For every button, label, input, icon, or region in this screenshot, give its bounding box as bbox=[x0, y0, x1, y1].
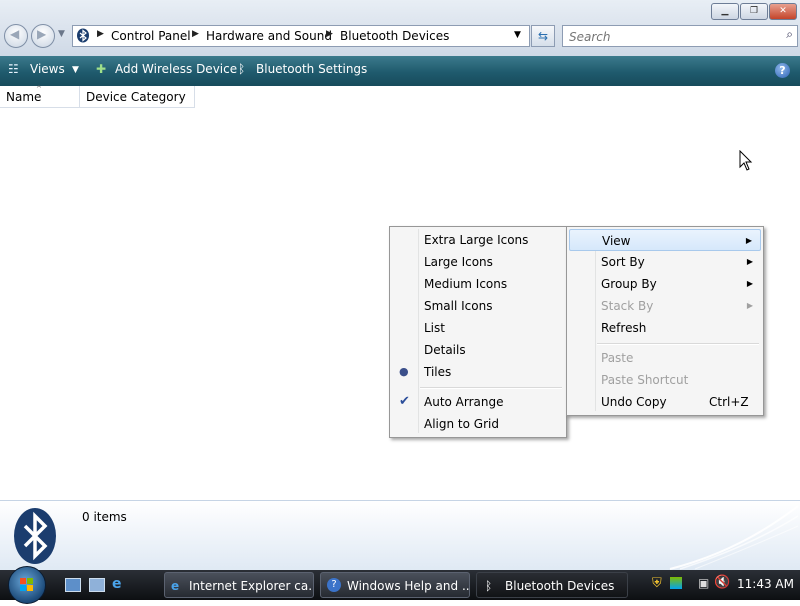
internet-explorer-icon: e bbox=[171, 579, 180, 593]
switch-windows-icon[interactable] bbox=[89, 578, 105, 592]
bluetooth-settings-button[interactable]: Bluetooth Settings bbox=[256, 62, 367, 76]
breadcrumb-control-panel[interactable]: Control Panel bbox=[111, 29, 191, 43]
breadcrumb-separator-icon[interactable]: ▶ bbox=[192, 29, 199, 39]
bluetooth-logo-icon bbox=[12, 506, 58, 566]
windows-update-icon[interactable] bbox=[670, 577, 682, 589]
show-desktop-icon[interactable] bbox=[65, 578, 81, 592]
menu-item-tiles[interactable]: ● Tiles bbox=[392, 361, 564, 383]
maximize-button[interactable]: ❐ bbox=[740, 3, 768, 20]
close-button[interactable]: ✕ bbox=[769, 3, 797, 20]
column-header-name[interactable]: Name ^ bbox=[0, 85, 80, 108]
forward-arrow-icon: ▶ bbox=[37, 27, 47, 41]
breadcrumb-separator-icon: ▶ bbox=[97, 29, 104, 39]
address-bar-area: ◀ ▶ ▼ ▁ ❐ ✕ ▶ Control Panel ▶ Hardware a… bbox=[0, 0, 800, 56]
address-box[interactable]: ▶ Control Panel ▶ Hardware and Sound ▶ B… bbox=[72, 25, 530, 47]
minimize-button[interactable]: ▁ bbox=[711, 3, 739, 20]
column-category-label: Device Category bbox=[86, 90, 186, 104]
volume-muted-icon[interactable]: 🔇 bbox=[714, 575, 730, 590]
menu-separator bbox=[420, 387, 562, 389]
shortcut-label: Ctrl+Z bbox=[709, 395, 749, 409]
breadcrumb-bluetooth-devices[interactable]: Bluetooth Devices bbox=[340, 29, 449, 43]
search-box[interactable]: ⌕ bbox=[562, 25, 798, 47]
checkmark-icon: ✔ bbox=[399, 394, 410, 409]
submenu-arrow-icon: ▶ bbox=[746, 257, 753, 266]
forward-button[interactable]: ▶ bbox=[31, 24, 55, 48]
views-dropdown-icon[interactable]: ▼ bbox=[72, 65, 79, 75]
menu-item-paste-shortcut: Paste Shortcut bbox=[601, 373, 689, 387]
sort-ascending-icon: ^ bbox=[36, 85, 42, 93]
recent-pages-dropdown-icon[interactable]: ▼ bbox=[58, 29, 65, 39]
view-submenu: Extra Large Icons Large Icons Medium Ico… bbox=[389, 226, 567, 438]
network-icon[interactable]: ▣ bbox=[698, 576, 709, 590]
radio-selected-icon: ● bbox=[399, 365, 409, 378]
menu-item-large-icons[interactable]: Large Icons bbox=[392, 251, 564, 273]
search-icon[interactable]: ⌕ bbox=[786, 27, 793, 42]
details-pane: 0 items bbox=[0, 500, 800, 571]
taskbar-button-bluetooth-devices[interactable]: ᛒ Bluetooth Devices bbox=[476, 572, 628, 598]
menu-item-list[interactable]: List bbox=[392, 317, 564, 339]
menu-item-medium-icons[interactable]: Medium Icons bbox=[392, 273, 564, 295]
start-button[interactable] bbox=[8, 566, 46, 604]
internet-explorer-icon[interactable]: e bbox=[112, 576, 122, 592]
address-dropdown-icon[interactable]: ▼ bbox=[514, 30, 521, 40]
taskbar: e e Internet Explorer ca... ? Windows He… bbox=[0, 566, 800, 604]
add-device-icon: ✚ bbox=[96, 62, 107, 76]
menu-item-align-to-grid[interactable]: Align to Grid bbox=[392, 413, 564, 435]
column-header-device-category[interactable]: Device Category bbox=[80, 86, 195, 108]
help-icon[interactable]: ? bbox=[775, 63, 790, 78]
decorative-swoosh bbox=[669, 505, 799, 570]
menu-item-auto-arrange[interactable]: ✔ Auto Arrange bbox=[392, 391, 564, 413]
menu-item-details[interactable]: Details bbox=[392, 339, 564, 361]
menu-item-sort-by[interactable]: Sort By ▶ bbox=[569, 251, 761, 273]
taskbar-button-internet-explorer[interactable]: e Internet Explorer ca... bbox=[164, 572, 314, 598]
menu-item-stack-by: Stack By ▶ bbox=[569, 295, 761, 317]
back-button[interactable]: ◀ bbox=[4, 24, 28, 48]
submenu-arrow-icon: ▶ bbox=[745, 236, 752, 245]
add-wireless-device-button[interactable]: Add Wireless Device bbox=[115, 62, 237, 76]
menu-item-refresh[interactable]: Refresh bbox=[569, 317, 761, 339]
mouse-cursor-icon bbox=[739, 149, 753, 175]
back-arrow-icon: ◀ bbox=[10, 27, 20, 41]
menu-item-group-by[interactable]: Group By ▶ bbox=[569, 273, 761, 295]
taskbar-button-windows-help[interactable]: ? Windows Help and ... bbox=[320, 572, 470, 598]
menu-item-small-icons[interactable]: Small Icons bbox=[392, 295, 564, 317]
submenu-arrow-icon: ▶ bbox=[746, 301, 753, 310]
views-icon: ☷ bbox=[8, 62, 19, 76]
taskbar-clock[interactable]: 11:43 AM bbox=[737, 577, 794, 591]
menu-item-paste: Paste bbox=[601, 351, 634, 365]
menu-separator bbox=[597, 343, 759, 345]
bluetooth-icon bbox=[76, 28, 90, 43]
breadcrumb-hardware-and-sound[interactable]: Hardware and Sound bbox=[206, 29, 332, 43]
security-shield-icon[interactable]: ⛨ bbox=[652, 576, 662, 591]
bluetooth-icon: ᛒ bbox=[485, 579, 493, 593]
refresh-icon[interactable]: ⇆ bbox=[531, 25, 555, 47]
bluetooth-settings-icon: ᛒ bbox=[238, 62, 246, 76]
submenu-arrow-icon: ▶ bbox=[746, 279, 753, 288]
help-icon: ? bbox=[327, 578, 341, 592]
context-menu: View ▶ Sort By ▶ Group By ▶ Stack By ▶ R… bbox=[566, 226, 764, 416]
breadcrumb-separator-icon[interactable]: ▶ bbox=[326, 29, 333, 39]
item-count: 0 items bbox=[82, 510, 127, 524]
menu-item-view[interactable]: View ▶ bbox=[569, 229, 761, 251]
windows-logo-icon bbox=[20, 578, 33, 591]
command-bar: ☷ Views ▼ ✚ Add Wireless Device ᛒ Blueto… bbox=[0, 56, 800, 86]
menu-item-undo-copy[interactable]: Undo Copy Ctrl+Z bbox=[569, 391, 761, 413]
search-input[interactable] bbox=[567, 28, 771, 45]
menu-item-extra-large-icons[interactable]: Extra Large Icons bbox=[392, 229, 564, 251]
views-button[interactable]: Views bbox=[30, 62, 65, 76]
